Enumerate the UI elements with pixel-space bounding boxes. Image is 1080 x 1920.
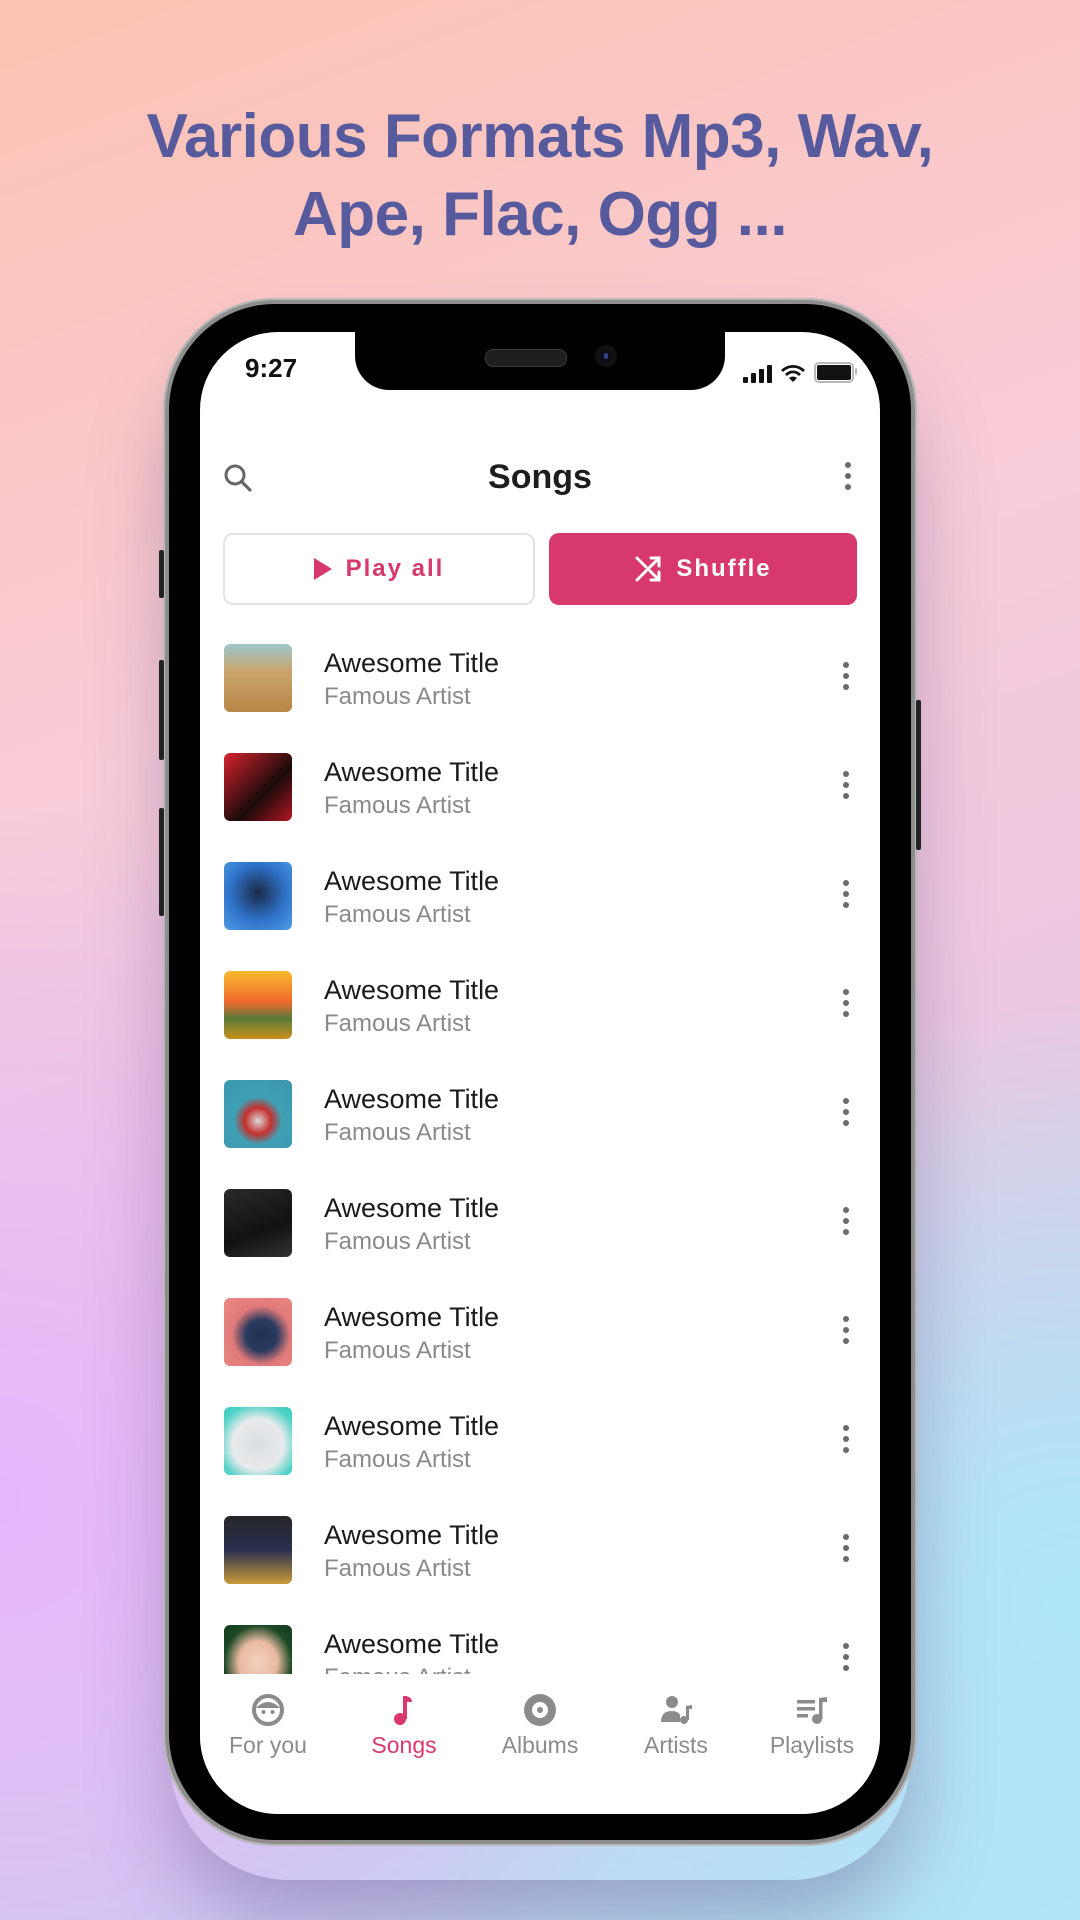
album-art: [224, 1625, 292, 1674]
status-icons: [743, 362, 857, 383]
song-artist: Famous Artist: [324, 901, 471, 928]
song-title: Awesome Title: [324, 975, 500, 1005]
volume-down-button: [159, 808, 164, 916]
shuffle-button[interactable]: Shuffle: [549, 533, 857, 605]
album-art: [224, 1407, 292, 1475]
nav-label: Artists: [644, 1732, 708, 1758]
app-header: Songs: [200, 442, 880, 512]
song-title: Awesome Title: [324, 648, 500, 678]
more-vertical-icon[interactable]: [836, 769, 856, 805]
album-art: [224, 1298, 292, 1366]
song-title: Awesome Title: [324, 1411, 500, 1441]
more-vertical-icon[interactable]: [836, 1314, 856, 1350]
song-row[interactable]: Awesome Title Famous Artist: [200, 969, 880, 1078]
playlist-icon: [794, 1692, 830, 1728]
shuffle-label: Shuffle: [676, 555, 772, 582]
nav-item-artists[interactable]: Artists: [608, 1674, 744, 1814]
song-list: Awesome Title Famous Artist Awesome Titl…: [200, 642, 880, 1674]
song-artist: Famous Artist: [324, 1119, 471, 1146]
artist-icon: [658, 1692, 694, 1728]
nav-item-songs[interactable]: Songs: [336, 1674, 472, 1814]
shuffle-icon: [635, 556, 661, 582]
song-title: Awesome Title: [324, 1302, 500, 1332]
silent-switch: [159, 550, 164, 598]
song-artist: Famous Artist: [324, 1446, 471, 1473]
song-artist: Famous Artist: [324, 792, 471, 819]
nav-item-playlists[interactable]: Playlists: [744, 1674, 880, 1814]
more-vertical-icon[interactable]: [836, 1205, 856, 1241]
page-title: Songs: [488, 458, 592, 496]
album-art: [224, 644, 292, 712]
nav-label: Songs: [371, 1732, 437, 1758]
speaker-grille: [485, 349, 567, 367]
more-vertical-icon[interactable]: [836, 660, 856, 696]
nav-label: Albums: [501, 1732, 579, 1758]
song-row[interactable]: Awesome Title Famous Artist: [200, 1514, 880, 1623]
promo-headline: Various Formats Mp3, Wav, Ape, Flac, Ogg…: [0, 98, 1080, 254]
album-art: [224, 1189, 292, 1257]
nav-label: Playlists: [769, 1732, 855, 1758]
album-art: [224, 1516, 292, 1584]
album-art: [224, 971, 292, 1039]
song-row[interactable]: Awesome Title Famous Artist: [200, 1187, 880, 1296]
front-camera: [595, 345, 617, 367]
face-icon: [250, 1692, 286, 1728]
song-artist: Famous Artist: [324, 1664, 471, 1674]
song-row[interactable]: Awesome Title Famous Artist: [200, 1623, 880, 1674]
song-title: Awesome Title: [324, 757, 500, 787]
song-title: Awesome Title: [324, 1520, 500, 1550]
album-art: [224, 753, 292, 821]
album-art: [224, 1080, 292, 1148]
song-row[interactable]: Awesome Title Famous Artist: [200, 1078, 880, 1187]
song-title: Awesome Title: [324, 1193, 500, 1223]
song-row[interactable]: Awesome Title Famous Artist: [200, 642, 880, 751]
disc-icon: [522, 1692, 558, 1728]
play-all-label: Play all: [345, 555, 445, 582]
headline-line-1: Various Formats Mp3, Wav,: [146, 102, 934, 171]
more-vertical-icon[interactable]: [836, 1423, 856, 1459]
nav-item-for-you[interactable]: For you: [200, 1674, 336, 1814]
phone-screen: 9:27 Songs Play all Shuffle Awesome Titl…: [200, 332, 880, 1814]
more-vertical-icon[interactable]: [836, 1096, 856, 1132]
song-artist: Famous Artist: [324, 683, 471, 710]
nav-label: For you: [229, 1732, 307, 1758]
action-buttons: Play all Shuffle: [223, 533, 857, 605]
more-vertical-icon[interactable]: [836, 987, 856, 1023]
song-title: Awesome Title: [324, 1629, 500, 1659]
status-time: 9:27: [245, 353, 298, 383]
music-note-icon: [386, 1692, 422, 1728]
headline-line-2: Ape, Flac, Ogg ...: [293, 180, 787, 249]
song-artist: Famous Artist: [324, 1228, 471, 1255]
power-button: [916, 700, 921, 850]
song-row[interactable]: Awesome Title Famous Artist: [200, 751, 880, 860]
nav-item-albums[interactable]: Albums: [472, 1674, 608, 1814]
more-vertical-icon[interactable]: [838, 460, 858, 496]
play-all-button[interactable]: Play all: [223, 533, 535, 605]
battery-icon: [814, 362, 857, 383]
song-artist: Famous Artist: [324, 1555, 471, 1582]
notch: [355, 332, 725, 390]
song-title: Awesome Title: [324, 866, 500, 896]
volume-up-button: [159, 660, 164, 760]
more-vertical-icon[interactable]: [836, 1641, 856, 1674]
album-art: [224, 862, 292, 930]
song-artist: Famous Artist: [324, 1337, 471, 1364]
more-vertical-icon[interactable]: [836, 878, 856, 914]
bottom-navigation: For you Songs Albums Artists Playlists: [200, 1674, 880, 1814]
song-row[interactable]: Awesome Title Famous Artist: [200, 1405, 880, 1514]
play-icon: [313, 558, 332, 580]
song-title: Awesome Title: [324, 1084, 500, 1114]
song-row[interactable]: Awesome Title Famous Artist: [200, 1296, 880, 1405]
song-row[interactable]: Awesome Title Famous Artist: [200, 860, 880, 969]
search-icon[interactable]: [222, 462, 254, 494]
song-artist: Famous Artist: [324, 1010, 471, 1037]
more-vertical-icon[interactable]: [836, 1532, 856, 1568]
wifi-icon: [781, 365, 805, 382]
signal-icon: [743, 365, 772, 383]
